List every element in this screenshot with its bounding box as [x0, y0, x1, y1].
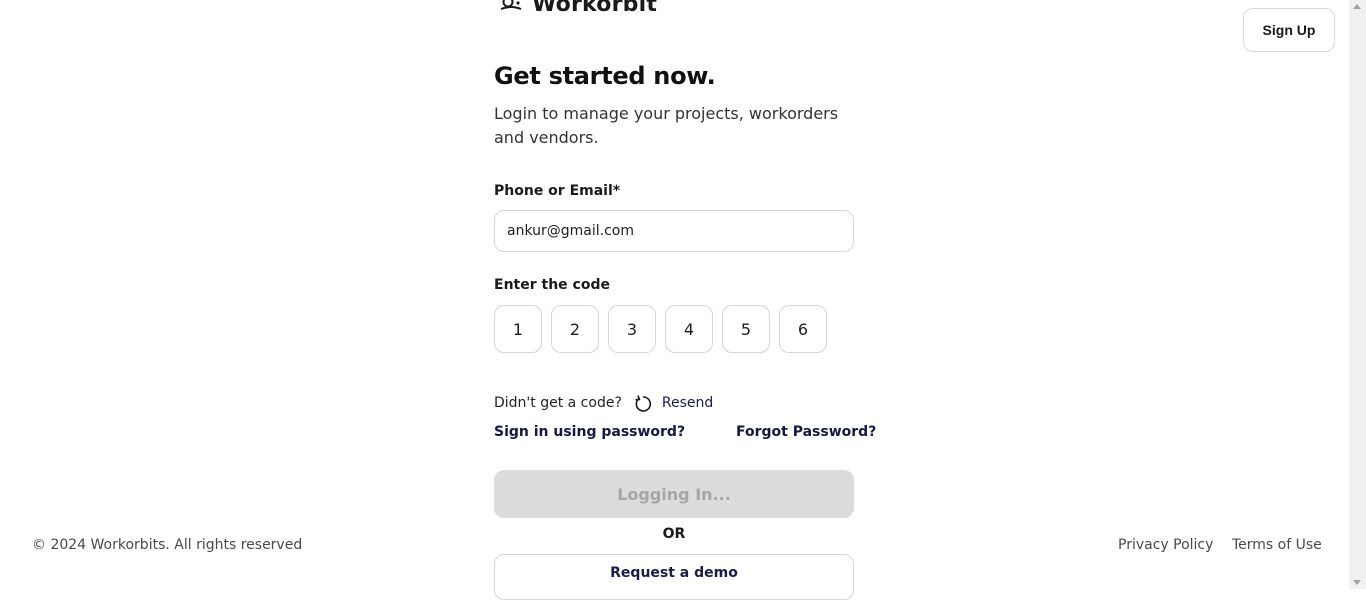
sign-in-password-link[interactable]: Sign in using password? — [494, 424, 685, 440]
code-label: Enter the code — [494, 277, 610, 293]
login-button[interactable]: Logging In... — [494, 470, 854, 518]
code-digit-4[interactable] — [665, 305, 713, 353]
resend-prompt: Didn't get a code? — [494, 395, 622, 411]
scroll-up-icon[interactable] — [1353, 4, 1361, 9]
brand-logo[interactable]: Workorbit — [498, 0, 657, 17]
vertical-scrollbar[interactable] — [1349, 0, 1366, 589]
code-digit-2[interactable] — [551, 305, 599, 353]
brand-name: Workorbit — [532, 0, 658, 17]
request-demo-button[interactable]: Request a demo — [494, 554, 854, 600]
code-digit-6[interactable] — [779, 305, 827, 353]
code-digit-3[interactable] — [608, 305, 656, 353]
code-digit-1[interactable] — [494, 305, 542, 353]
sign-up-button[interactable]: Sign Up — [1243, 8, 1335, 52]
page-subtitle: Login to manage your projects, workorder… — [494, 104, 839, 147]
privacy-policy-link[interactable]: Privacy Policy — [1118, 537, 1213, 553]
resend-row: Didn't get a code? Resend — [494, 392, 713, 414]
or-divider: OR — [662, 526, 686, 542]
email-label: Phone or Email* — [494, 183, 621, 199]
forgot-password-link[interactable]: Forgot Password? — [736, 424, 876, 440]
workorbit-logo-icon — [498, 0, 524, 16]
scroll-down-icon[interactable] — [1353, 580, 1361, 585]
page-title: Get started now. — [494, 62, 716, 90]
code-digit-5[interactable] — [722, 305, 770, 353]
resend-link[interactable]: Resend — [662, 395, 713, 411]
terms-of-use-link[interactable]: Terms of Use — [1232, 537, 1322, 553]
resend-icon[interactable] — [632, 392, 654, 414]
email-field[interactable] — [494, 210, 854, 252]
copyright-text: © 2024 Workorbits. All rights reserved — [32, 537, 303, 553]
